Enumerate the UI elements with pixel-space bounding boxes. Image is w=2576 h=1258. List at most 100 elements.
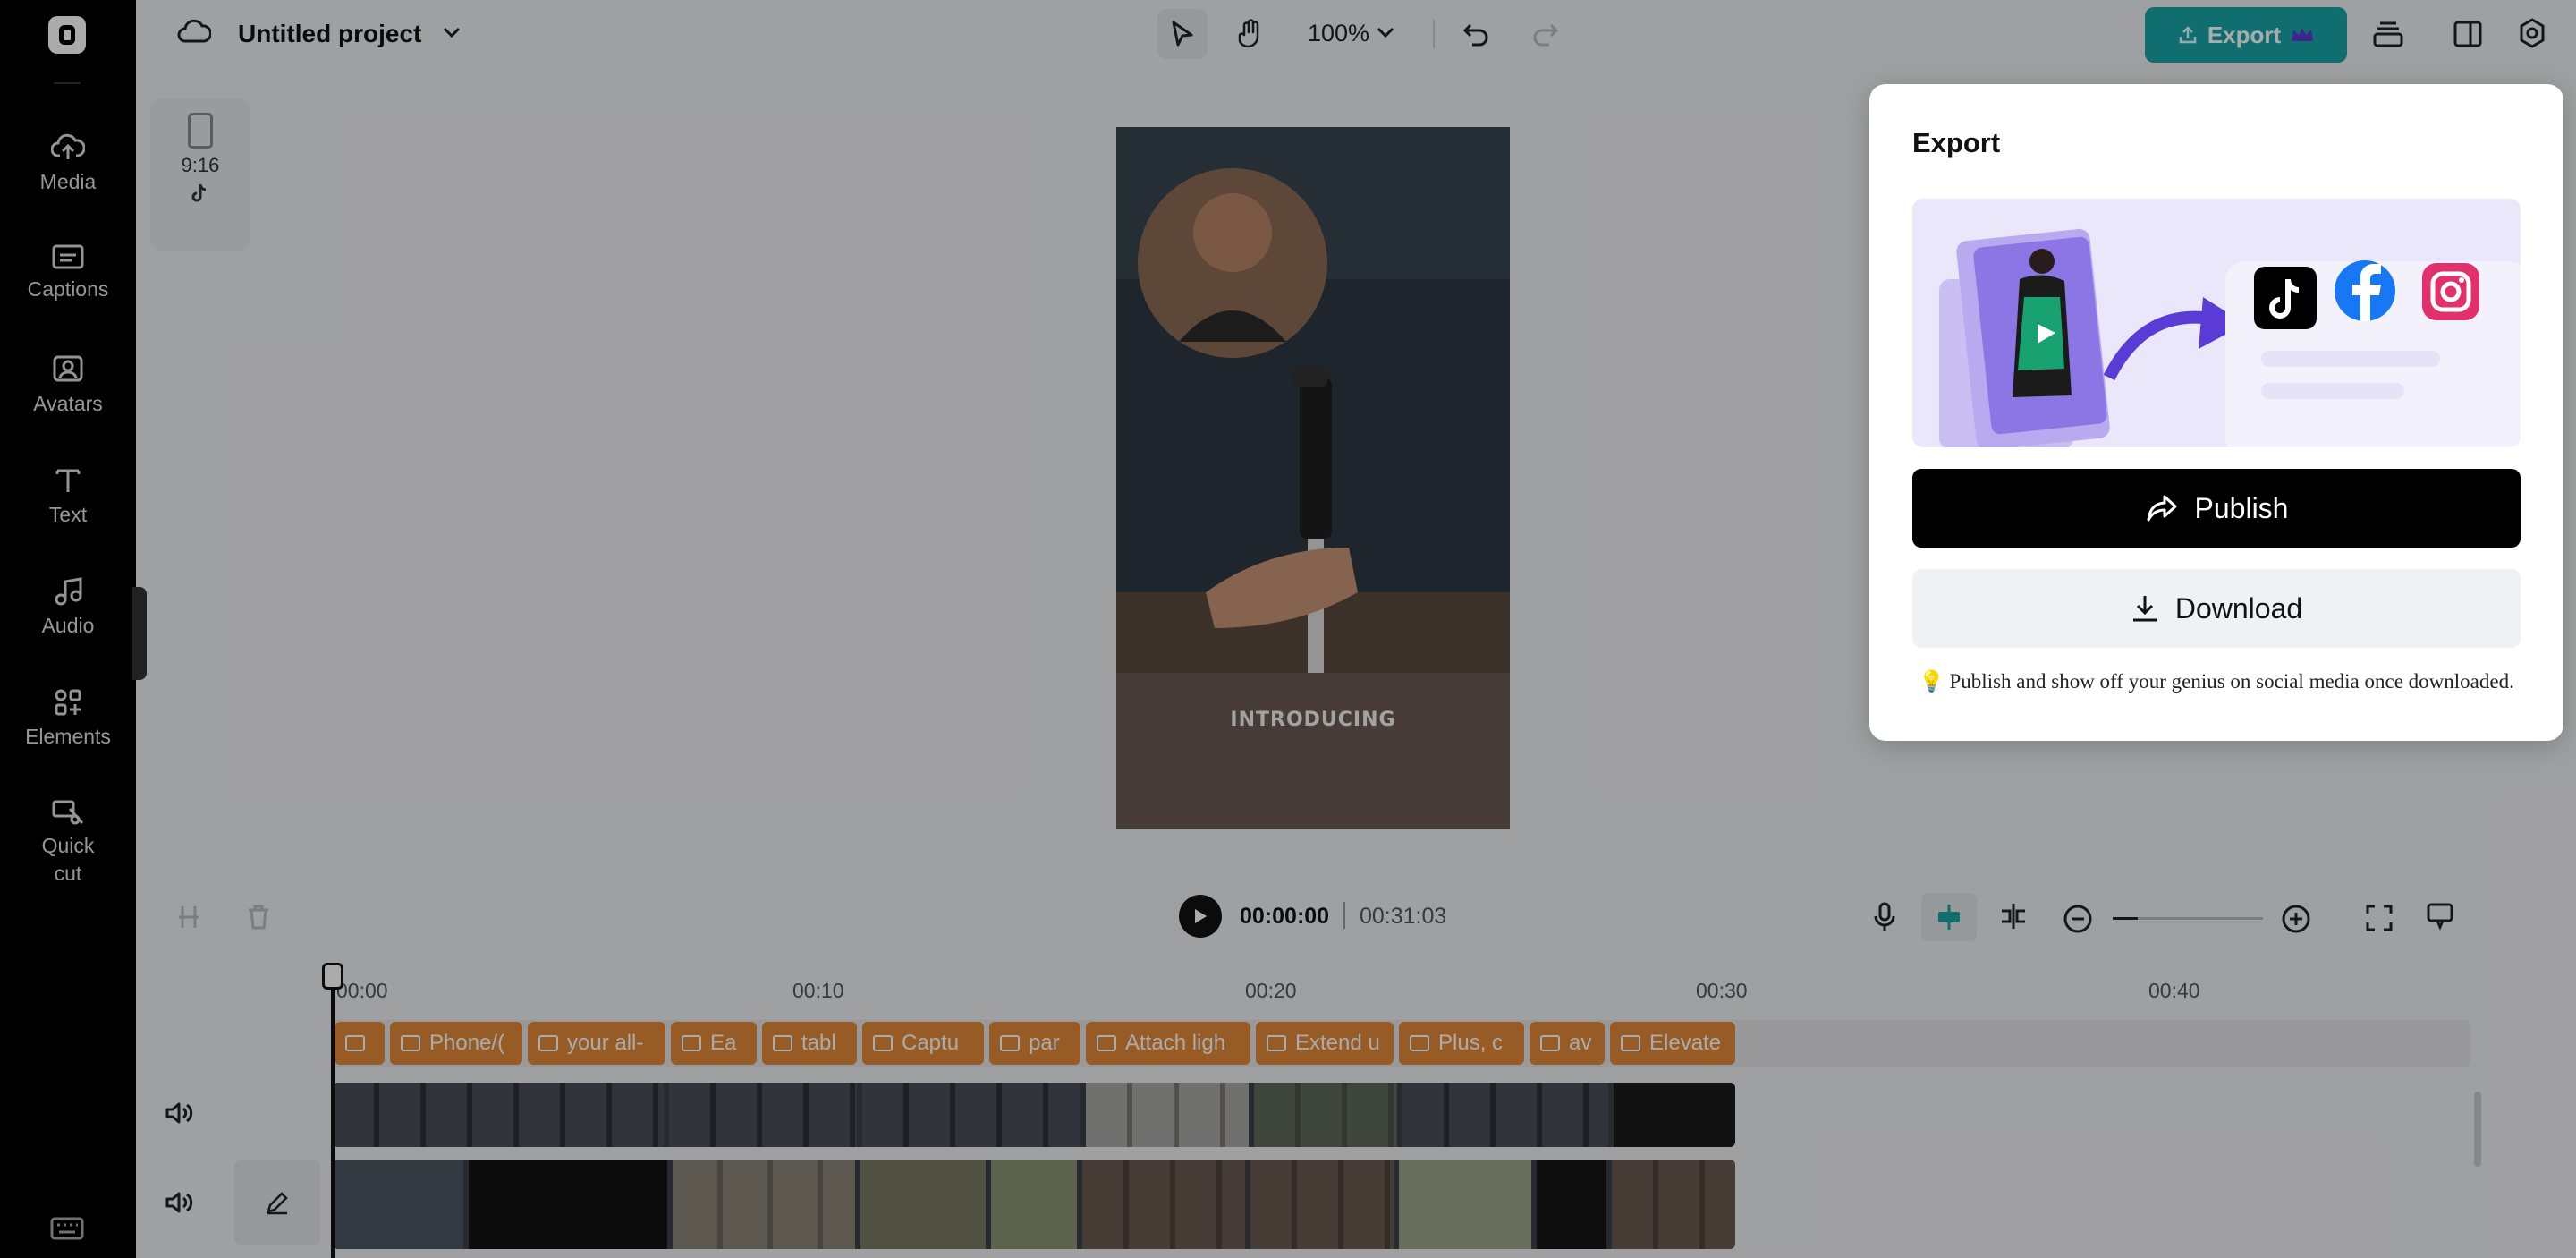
settings-button[interactable] — [2517, 18, 2547, 53]
undo-icon — [1462, 23, 1488, 47]
video-clip[interactable] — [333, 1160, 463, 1249]
caption-clip[interactable]: Phone/( — [390, 1022, 522, 1065]
project-title[interactable]: Untitled project — [238, 20, 421, 48]
sidebar-item-captions[interactable]: Captions — [0, 243, 136, 303]
video-clip[interactable] — [991, 1160, 1077, 1249]
video-clip[interactable] — [669, 1083, 857, 1147]
sidebar-item-text[interactable]: Text — [0, 465, 136, 529]
keyboard-shortcuts-button[interactable] — [50, 1217, 84, 1245]
video-track-main[interactable] — [333, 1083, 1735, 1147]
export-popup: Export Publish Download 💡 Publish and sh… — [1869, 84, 2563, 741]
panel-toggle-button[interactable] — [2453, 20, 2483, 53]
zoom-out-icon — [2063, 905, 2092, 933]
download-button-label: Download — [2174, 591, 2303, 625]
split-button[interactable] — [175, 904, 202, 935]
chevron-down-icon — [443, 27, 461, 38]
microphone-button[interactable] — [1873, 902, 1896, 937]
sidebar-collapse-handle[interactable] — [132, 587, 147, 680]
left-sidebar: Media Captions Avatars Text Audio Elemen… — [0, 0, 136, 1258]
aspect-ratio-card[interactable]: 9:16 — [150, 98, 250, 251]
caption-clip[interactable]: par — [989, 1022, 1080, 1065]
project-menu-chevron[interactable] — [442, 25, 462, 44]
video-clip[interactable] — [1537, 1160, 1606, 1249]
video-preview[interactable]: INTRODUCING — [1116, 127, 1510, 829]
caption-clip-icon — [1410, 1035, 1429, 1051]
video-clip[interactable] — [1402, 1083, 1608, 1147]
sidebar-item-elements[interactable]: Elements — [0, 687, 136, 751]
sidebar-item-label: Media — [39, 170, 97, 193]
video-clip[interactable] — [1082, 1160, 1245, 1249]
current-time: 00:00:00 — [1240, 904, 1330, 929]
video-clip[interactable] — [860, 1160, 986, 1249]
video-clip[interactable] — [1250, 1160, 1394, 1249]
track-mute-button[interactable] — [165, 1101, 193, 1130]
sidebar-item-audio[interactable]: Audio — [0, 576, 136, 640]
zoom-out-button[interactable] — [2063, 904, 2093, 939]
caption-clip[interactable]: Ea — [671, 1022, 757, 1065]
comment-button[interactable] — [2426, 902, 2454, 935]
app-logo[interactable] — [48, 16, 86, 54]
select-tool-button[interactable] — [1157, 9, 1208, 59]
cloud-upload-icon — [51, 133, 85, 159]
caption-clip[interactable]: Elevate — [1610, 1022, 1735, 1065]
layers-button[interactable] — [2372, 20, 2404, 53]
sidebar-item-quick-cut[interactable]: Quick cut — [0, 798, 136, 888]
caption-clip[interactable]: Attach ligh — [1086, 1022, 1250, 1065]
caption-clip-icon — [873, 1035, 893, 1051]
redo-button[interactable] — [1531, 20, 1560, 51]
caption-clip[interactable]: tabl — [762, 1022, 857, 1065]
delete-button[interactable] — [245, 904, 272, 935]
ruler-label: 00:20 — [1245, 979, 1297, 1002]
magnet-snap-icon — [1938, 905, 1960, 930]
sidebar-item-media[interactable]: Media — [0, 132, 136, 196]
zoom-level[interactable]: 100% — [1308, 20, 1369, 47]
cloud-save-button[interactable] — [177, 18, 212, 49]
layers-icon — [2373, 21, 2403, 47]
caption-clip-icon — [773, 1035, 792, 1051]
video-clip[interactable] — [1254, 1083, 1397, 1147]
snap-toggle[interactable] — [1921, 893, 1977, 941]
video-clip[interactable] — [1399, 1160, 1531, 1249]
speaker-icon — [165, 1102, 193, 1124]
toolbar-divider — [1433, 20, 1435, 48]
playhead-line[interactable] — [331, 963, 335, 1258]
download-icon — [2132, 596, 2157, 622]
video-clip[interactable] — [862, 1083, 1080, 1147]
video-clip[interactable] — [333, 1083, 664, 1147]
tiktok-small-icon — [191, 183, 207, 202]
split-view-button[interactable] — [1998, 902, 2029, 935]
ruler-label: 00:40 — [2148, 979, 2200, 1002]
video-clip[interactable] — [673, 1160, 855, 1249]
track-mute-button[interactable] — [165, 1190, 193, 1220]
hand-tool-button[interactable] — [1225, 9, 1275, 59]
avatar-icon — [53, 355, 83, 382]
caption-clip[interactable]: Captu — [862, 1022, 984, 1065]
video-clip[interactable] — [1614, 1083, 1735, 1147]
export-button[interactable]: Export — [2145, 7, 2347, 63]
undo-button[interactable] — [1462, 20, 1490, 51]
zoom-in-button[interactable] — [2281, 904, 2311, 939]
ruler-label: 00:30 — [1696, 979, 1748, 1002]
caption-clip[interactable]: Plus, c — [1399, 1022, 1524, 1065]
caption-clip[interactable]: your all- — [528, 1022, 665, 1065]
tiktok-icon — [2254, 267, 2317, 329]
video-track-broll[interactable] — [333, 1160, 1735, 1249]
caption-clip[interactable]: Extend u — [1256, 1022, 1394, 1065]
fullscreen-button[interactable] — [2365, 904, 2394, 937]
zoom-dropdown-chevron[interactable] — [1376, 25, 1395, 44]
download-button[interactable]: Download — [1912, 569, 2521, 648]
timeline-scrollbar[interactable] — [2474, 1092, 2481, 1167]
publish-button[interactable]: Publish — [1912, 469, 2521, 548]
caption-clip-icon — [1097, 1035, 1116, 1051]
video-clip[interactable] — [1086, 1083, 1249, 1147]
sidebar-item-avatars[interactable]: Avatars — [0, 354, 136, 418]
play-button[interactable] — [1179, 895, 1222, 938]
edit-track-button[interactable] — [234, 1160, 320, 1245]
video-clip[interactable] — [469, 1160, 667, 1249]
fullscreen-icon — [2366, 905, 2393, 931]
video-clip[interactable] — [1612, 1160, 1735, 1249]
caption-clip[interactable] — [335, 1022, 385, 1065]
caption-clip[interactable]: av — [1530, 1022, 1605, 1065]
playhead-handle[interactable] — [322, 963, 343, 990]
total-duration: 00:31:03 — [1360, 904, 1447, 929]
